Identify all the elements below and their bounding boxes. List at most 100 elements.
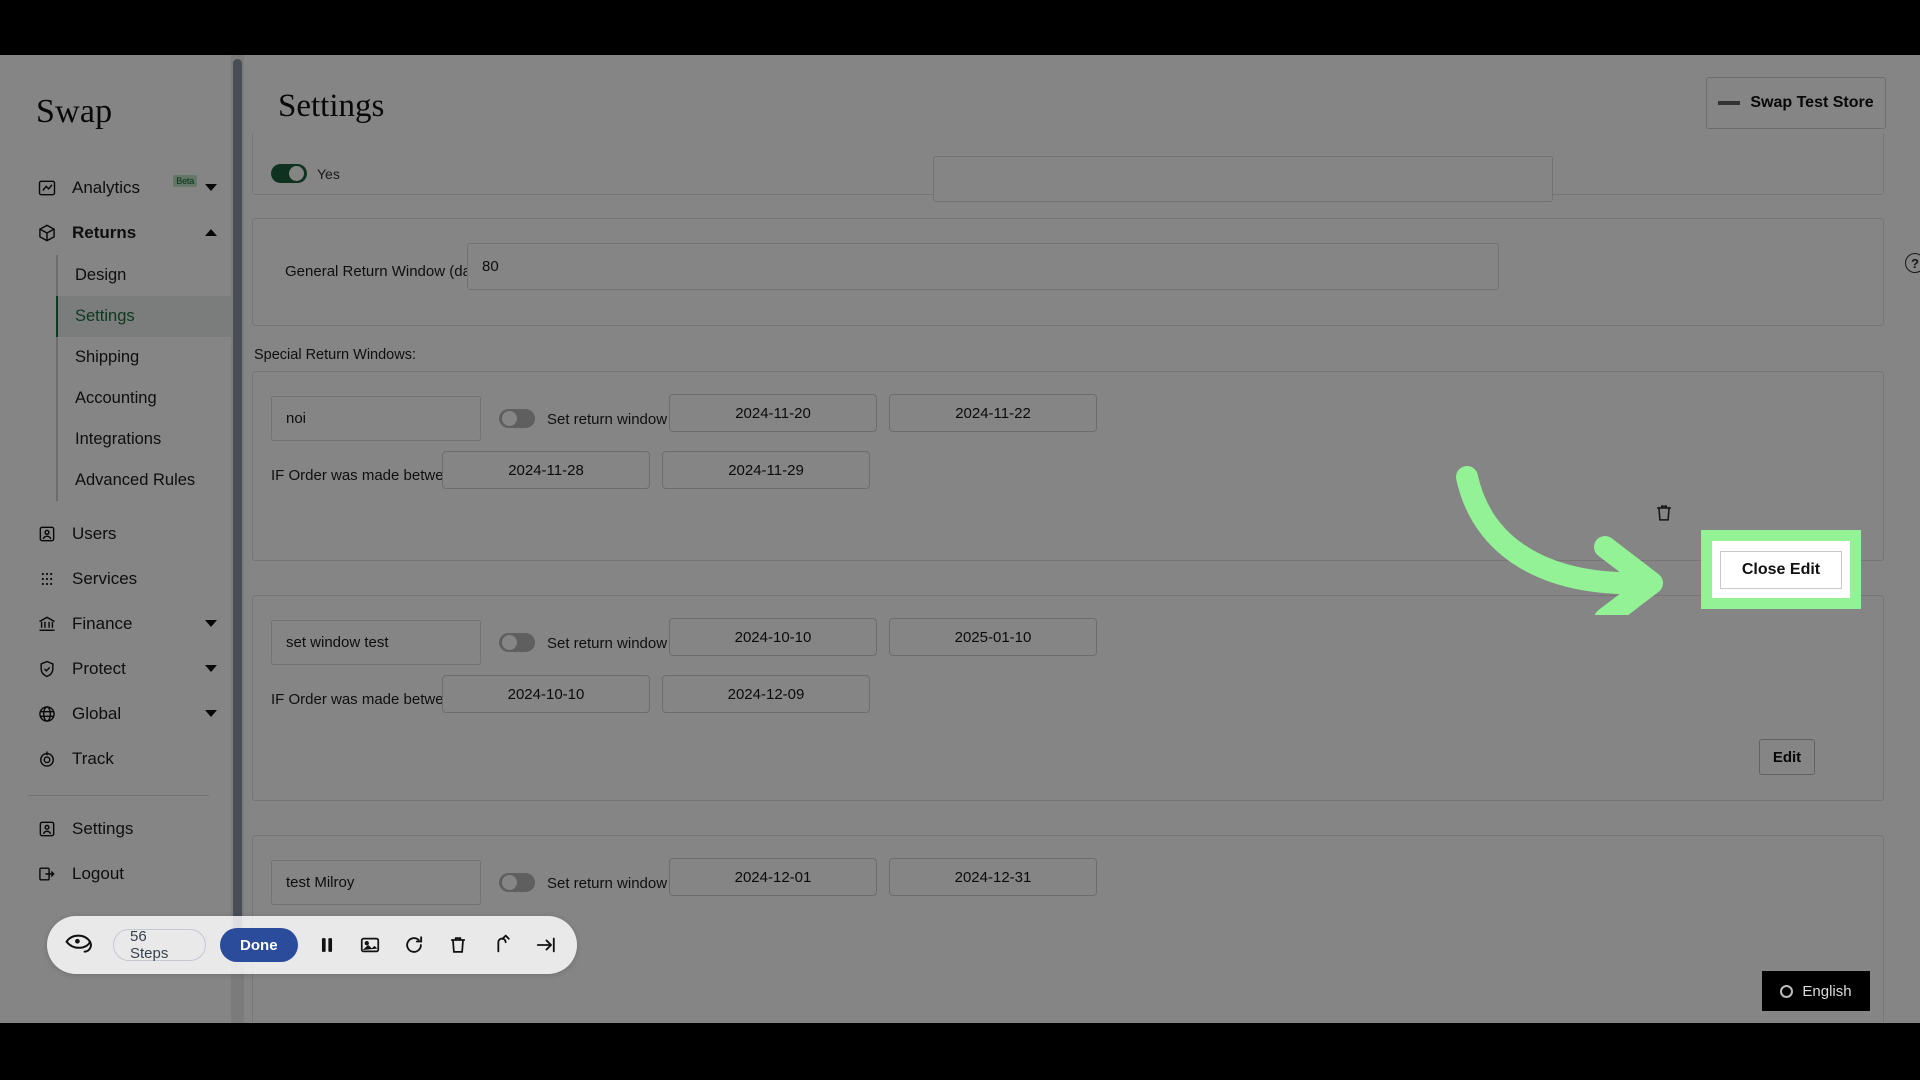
help-icon[interactable]: ? [1905, 253, 1920, 273]
return-window-end-date[interactable]: 2024-11-22 [889, 394, 1097, 432]
swap-logo-icon [1718, 101, 1741, 105]
return-window-end-date[interactable]: 2024-12-31 [889, 858, 1097, 896]
skip-end-icon[interactable] [531, 930, 561, 960]
logout-icon [36, 863, 58, 885]
close-edit-button[interactable]: Close Edit [1720, 550, 1842, 589]
sidebar-item-services[interactable]: Services [0, 556, 237, 601]
sidebar: Swap Analytics Beta Returns Design Setti… [0, 55, 238, 1023]
if-order-made-between-label: IF Order was made between [271, 467, 461, 484]
target-icon [36, 748, 58, 770]
sidebar-item-finance[interactable]: Finance [0, 601, 237, 646]
sidebar-divider [28, 795, 209, 796]
user-settings-icon [36, 818, 58, 840]
set-return-window-label: Set return window to: [547, 635, 688, 652]
if-order-made-between-label: IF Order was made between [271, 691, 461, 708]
user-card-icon [36, 523, 58, 545]
return-window-start-date[interactable]: 2024-12-01 [669, 858, 877, 896]
order-end-date[interactable]: 2024-12-09 [662, 675, 870, 713]
panel-general-return-window: General Return Window (days) 80 ? [252, 218, 1920, 326]
sidebar-item-users[interactable]: Users [0, 511, 237, 556]
set-return-window-label: Set return window to: [547, 875, 688, 892]
sidebar-item-advanced-rules[interactable]: Advanced Rules [58, 460, 237, 501]
order-start-date[interactable]: 2024-10-10 [442, 675, 650, 713]
returns-subnav: Design Settings Shipping Accounting Inte… [56, 255, 237, 501]
store-name-label: Swap Test Store [1750, 94, 1874, 111]
order-end-date[interactable]: 2024-11-29 [662, 451, 870, 489]
sidebar-item-label: Logout [72, 863, 124, 883]
auto-approve-input[interactable] [933, 156, 1553, 202]
yes-toggle-label: Yes [317, 165, 340, 182]
window-name-input[interactable]: set window test [271, 620, 481, 665]
sidebar-item-analytics[interactable]: Analytics Beta [0, 165, 237, 210]
window-name-input[interactable]: noi [271, 396, 481, 441]
brand-logo[interactable]: Swap [0, 55, 237, 131]
yes-toggle[interactable] [271, 164, 307, 183]
special-return-windows-heading: Special Return Windows: [254, 347, 416, 363]
image-icon[interactable] [355, 930, 385, 960]
store-selector[interactable]: Swap Test Store [1706, 77, 1886, 129]
sidebar-item-settings[interactable]: Settings [58, 296, 237, 337]
sidebar-item-shipping[interactable]: Shipping [58, 337, 237, 378]
screen: Swap Analytics Beta Returns Design Setti… [0, 0, 1920, 1080]
sidebar-item-label: Analytics [72, 177, 141, 197]
edit-window-button[interactable]: Edit [1759, 739, 1815, 775]
return-window-end-date[interactable]: 2025-01-10 [889, 618, 1097, 656]
yes-toggle-row: Yes [271, 164, 340, 183]
shield-check-icon [36, 658, 58, 680]
sidebar-item-accounting[interactable]: Accounting [58, 378, 237, 419]
bank-icon [36, 613, 58, 635]
window-enable-toggle[interactable] [499, 633, 535, 652]
sidebar-nav: Analytics Beta Returns Design Settings S… [0, 165, 237, 896]
sidebar-item-label: Finance [72, 613, 133, 633]
done-button[interactable]: Done [220, 928, 298, 962]
analytics-icon [36, 177, 58, 199]
sidebar-item-label: Global [72, 703, 122, 723]
sidebar-item-returns[interactable]: Returns [0, 210, 237, 255]
pause-icon[interactable] [312, 930, 342, 960]
sidebar-item-label: Protect [72, 658, 126, 678]
sidebar-item-design[interactable]: Design [58, 255, 237, 296]
observe-eye-icon[interactable] [63, 930, 99, 960]
chevron-down-icon[interactable] [205, 620, 217, 627]
sidebar-item-global[interactable]: Global [0, 691, 237, 736]
set-return-window-label: Set return window to: [547, 411, 688, 428]
agent-toolbar: 56 Steps Done [47, 916, 577, 974]
chevron-down-icon[interactable] [205, 710, 217, 717]
page-title: Settings [278, 88, 385, 124]
sidebar-item-account-settings[interactable]: Settings [0, 806, 237, 851]
window-enable-toggle[interactable] [499, 873, 535, 892]
sidebar-scrollbar[interactable] [231, 55, 244, 1023]
return-window-start-date[interactable]: 2024-10-10 [669, 618, 877, 656]
delete-window-icon[interactable] [1653, 502, 1675, 526]
sidebar-scrollbar-thumb[interactable] [233, 59, 242, 939]
order-start-date[interactable]: 2024-11-28 [442, 451, 650, 489]
window-name-input[interactable]: test Milroy [271, 860, 481, 905]
main-content: Settings Swap Test Store Yes General Ret… [238, 55, 1920, 1023]
upload-icon[interactable] [487, 930, 517, 960]
window-enable-toggle[interactable] [499, 409, 535, 428]
sidebar-item-protect[interactable]: Protect [0, 646, 237, 691]
sidebar-item-track[interactable]: Track [0, 736, 237, 781]
special-return-window-card: noi Set return window to: 2024-11-20 202… [252, 371, 1884, 561]
circle-icon [1780, 984, 1794, 998]
language-label: English [1802, 982, 1852, 1000]
browser-viewport: Swap Analytics Beta Returns Design Setti… [0, 55, 1920, 1023]
package-icon [36, 222, 58, 244]
panel-auto-approve: Yes [252, 133, 1884, 202]
language-badge[interactable]: English [1762, 971, 1870, 1011]
chevron-down-icon[interactable] [205, 184, 217, 191]
sidebar-item-label: Services [72, 568, 138, 588]
refresh-icon[interactable] [399, 930, 429, 960]
chevron-up-icon[interactable] [205, 229, 217, 236]
chevron-down-icon[interactable] [205, 665, 217, 672]
beta-badge: Beta [173, 174, 197, 187]
return-window-start-date[interactable]: 2024-11-20 [669, 394, 877, 432]
globe-icon [36, 703, 58, 725]
general-return-window-input[interactable]: 80 [467, 243, 1499, 290]
steps-counter[interactable]: 56 Steps [113, 928, 207, 962]
sidebar-item-label: Returns [72, 222, 137, 242]
settings-scroll-region: Yes General Return Window (days) 80 ? Sp… [238, 133, 1920, 1023]
sidebar-item-integrations[interactable]: Integrations [58, 419, 237, 460]
trash-icon[interactable] [443, 930, 473, 960]
sidebar-item-logout[interactable]: Logout [0, 851, 237, 896]
